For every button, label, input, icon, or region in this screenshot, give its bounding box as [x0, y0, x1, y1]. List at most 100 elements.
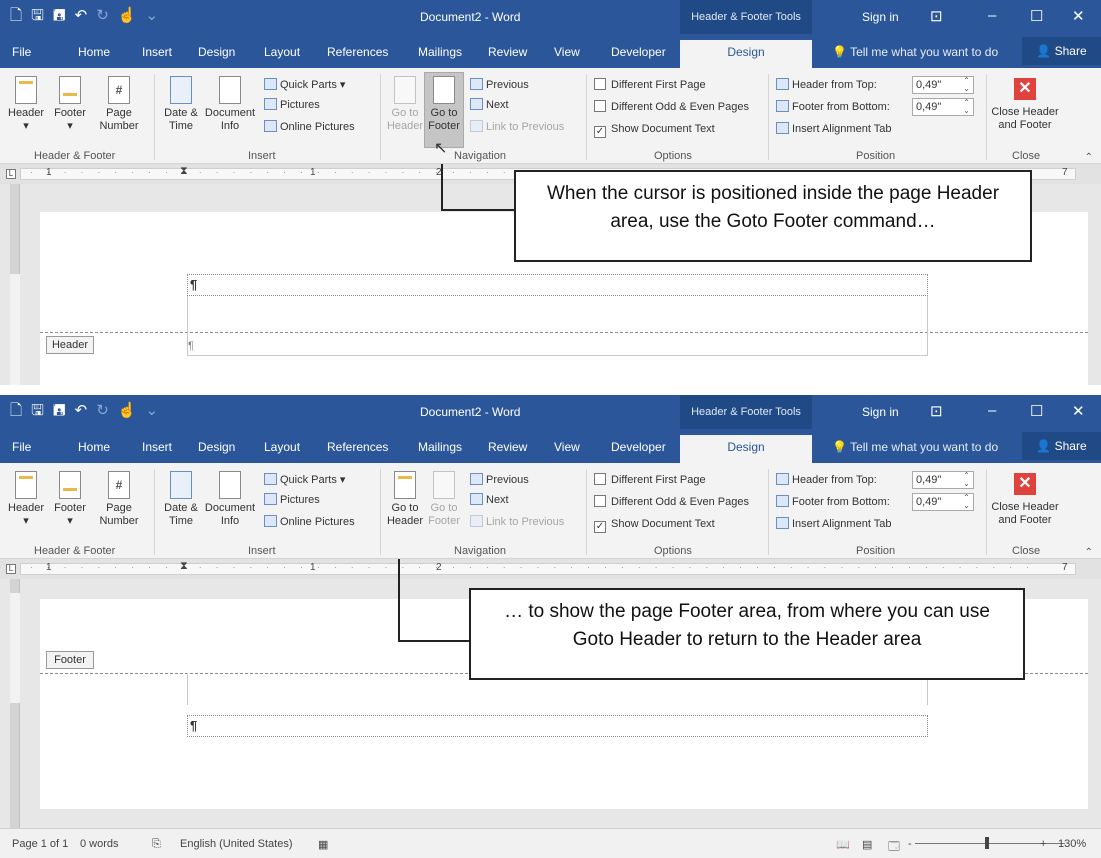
touch-mode-icon[interactable]: ☝	[118, 7, 137, 25]
web-layout-icon[interactable]: 🗔	[888, 838, 900, 857]
header-area[interactable]	[187, 296, 928, 332]
document-info-button[interactable]: Document Info	[202, 471, 258, 528]
go-to-header-button[interactable]: Go to Header	[386, 76, 424, 133]
footer-from-bottom-input[interactable]: 0,49"	[912, 493, 974, 511]
tab-layout[interactable]: Layout	[264, 440, 300, 454]
online-pictures-button[interactable]: Online Pictures	[264, 120, 355, 134]
collapse-ribbon-icon[interactable]: ⌃	[1085, 547, 1093, 558]
new-doc-icon[interactable]: 🗋	[10, 402, 22, 420]
insert-alignment-tab-button[interactable]: Insert Alignment Tab	[776, 122, 891, 136]
close-header-footer-button[interactable]: Close Header and Footer	[990, 501, 1060, 527]
date-time-button[interactable]: Date & Time	[160, 471, 202, 528]
link-to-previous-button[interactable]: Link to Previous	[470, 120, 564, 134]
maximize-icon[interactable]: ☐	[1030, 402, 1043, 420]
body-area[interactable]	[187, 332, 928, 356]
header-paragraph[interactable]: ¶	[187, 274, 928, 296]
footer-from-bottom-input[interactable]: 0,49"	[912, 98, 974, 116]
tab-review[interactable]: Review	[488, 440, 527, 454]
tell-me-box[interactable]: 💡 Tell me what you want to do	[832, 440, 998, 454]
footer-button[interactable]: Footer ▾	[52, 76, 88, 133]
close-header-footer-button[interactable]: Close Header and Footer	[990, 106, 1060, 132]
show-document-text-checkbox[interactable]: ✓ Show Document Text	[594, 122, 715, 138]
zoom-in-button[interactable]: +	[1040, 838, 1046, 850]
language[interactable]: English (United States)	[180, 838, 293, 850]
go-to-header-button[interactable]: Go to Header	[386, 471, 424, 528]
indent-marker-icon[interactable]: ⧗	[180, 165, 188, 178]
proofing-icon[interactable]: ⎘	[152, 838, 161, 851]
different-odd-even-checkbox[interactable]: Different Odd & Even Pages	[594, 495, 749, 509]
share-button[interactable]: 👤 Share	[1022, 37, 1101, 65]
tab-layout[interactable]: Layout	[264, 45, 300, 59]
sign-in-link[interactable]: Sign in	[862, 10, 899, 24]
print-layout-icon[interactable]: ▤	[862, 838, 872, 851]
touch-mode-icon[interactable]: ☝	[118, 402, 137, 420]
save-icon[interactable]: 🖫	[31, 402, 44, 420]
save-icon[interactable]: 🖫	[31, 7, 44, 25]
save-as-icon[interactable]: 🖪	[53, 402, 66, 420]
redo-icon[interactable]: ↻	[96, 402, 109, 420]
collapse-ribbon-icon[interactable]: ⌃	[1085, 152, 1093, 163]
header-from-top-input[interactable]: 0,49"	[912, 76, 974, 94]
undo-icon[interactable]: ↶	[75, 402, 88, 420]
new-doc-icon[interactable]: 🗋	[10, 7, 22, 25]
header-from-top-input[interactable]: 0,49"	[912, 471, 974, 489]
tab-mailings[interactable]: Mailings	[418, 45, 462, 59]
tell-me-box[interactable]: 💡 Tell me what you want to do	[832, 45, 998, 59]
tab-references[interactable]: References	[327, 45, 388, 59]
minimize-icon[interactable]: –	[988, 402, 996, 419]
date-time-button[interactable]: Date & Time	[160, 76, 202, 133]
minimize-icon[interactable]: –	[988, 7, 996, 24]
go-to-footer-button[interactable]: Go to Footer	[425, 76, 463, 133]
tab-selector[interactable]: L	[6, 169, 16, 179]
pictures-button[interactable]: Pictures	[264, 98, 320, 112]
tab-design[interactable]: Design	[198, 45, 235, 59]
page-number-button[interactable]: PageNumber	[94, 471, 144, 528]
document-info-button[interactable]: Document Info	[202, 76, 258, 133]
close-header-footer-icon[interactable]: ✕	[1014, 78, 1036, 100]
ribbon-display-options-icon[interactable]: ⊡	[930, 402, 943, 420]
tab-header-footer-design[interactable]: Design	[680, 40, 812, 68]
footer-paragraph[interactable]: ¶	[187, 715, 928, 737]
tab-references[interactable]: References	[327, 440, 388, 454]
zoom-slider-handle[interactable]	[985, 837, 989, 849]
tab-view[interactable]: View	[554, 45, 580, 59]
redo-icon[interactable]: ↻	[96, 7, 109, 25]
tab-home[interactable]: Home	[78, 45, 110, 59]
page-count[interactable]: Page 1 of 1	[12, 838, 68, 850]
tab-insert[interactable]: Insert	[142, 45, 172, 59]
quick-parts-button[interactable]: Quick Parts ▾	[264, 473, 345, 487]
different-first-page-checkbox[interactable]: Different First Page	[594, 473, 706, 487]
zoom-level[interactable]: 130%	[1058, 838, 1086, 850]
insert-alignment-tab-button[interactable]: Insert Alignment Tab	[776, 517, 891, 531]
tab-mailings[interactable]: Mailings	[418, 440, 462, 454]
different-first-page-checkbox[interactable]: Different First Page	[594, 78, 706, 92]
next-button[interactable]: Next	[470, 493, 509, 507]
undo-icon[interactable]: ↶	[75, 7, 88, 25]
ribbon-display-options-icon[interactable]: ⊡	[930, 7, 943, 25]
save-as-icon[interactable]: 🖪	[53, 7, 66, 25]
previous-button[interactable]: Previous	[470, 473, 529, 487]
tab-developer[interactable]: Developer	[611, 45, 666, 59]
indent-marker-icon[interactable]: ⧗	[180, 560, 188, 573]
tab-header-footer-design[interactable]: Design	[680, 435, 812, 463]
show-document-text-checkbox[interactable]: ✓ Show Document Text	[594, 517, 715, 533]
page-number-button[interactable]: PageNumber	[94, 76, 144, 133]
read-mode-icon[interactable]: 📖	[836, 838, 850, 851]
customize-icon[interactable]: ⌄	[145, 7, 158, 25]
next-button[interactable]: Next	[470, 98, 509, 112]
zoom-out-button[interactable]: -	[908, 838, 912, 850]
tab-design[interactable]: Design	[198, 440, 235, 454]
customize-icon[interactable]: ⌄	[145, 402, 158, 420]
macro-recording-icon[interactable]: ▦	[318, 838, 328, 851]
word-count[interactable]: 0 words	[80, 838, 119, 850]
online-pictures-button[interactable]: Online Pictures	[264, 515, 355, 529]
tab-home[interactable]: Home	[78, 440, 110, 454]
tab-view[interactable]: View	[554, 440, 580, 454]
pictures-button[interactable]: Pictures	[264, 493, 320, 507]
sign-in-link[interactable]: Sign in	[862, 405, 899, 419]
close-icon[interactable]: ✕	[1072, 402, 1085, 420]
header-button[interactable]: Header ▾	[8, 471, 44, 528]
tab-file[interactable]: File	[12, 45, 31, 59]
go-to-footer-button[interactable]: Go to Footer	[425, 471, 463, 528]
quick-parts-button[interactable]: Quick Parts ▾	[264, 78, 345, 92]
